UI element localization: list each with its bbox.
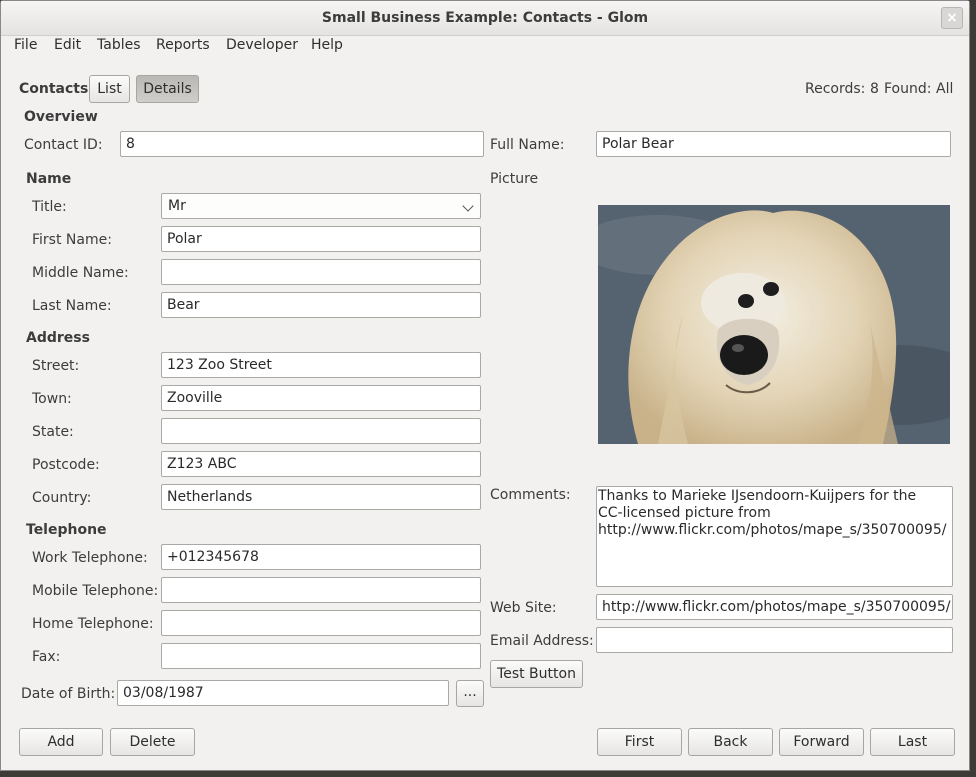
app-window: Small Business Example: Contacts - Glom …: [0, 0, 970, 771]
name-header: Name: [26, 171, 72, 187]
first-button[interactable]: First: [597, 728, 682, 756]
mobile-telephone-field[interactable]: [161, 577, 481, 603]
postcode-field[interactable]: Z123 ABC: [161, 451, 481, 477]
back-button[interactable]: Back: [688, 728, 773, 756]
delete-button[interactable]: Delete: [110, 728, 195, 756]
records-label: Records:: [805, 81, 866, 97]
middle-name-field[interactable]: [161, 259, 481, 285]
picture-label: Picture: [490, 171, 539, 187]
found-value: All: [936, 81, 954, 97]
comments-textarea[interactable]: Thanks to Marieke IJsendoorn-Kuijpers fo…: [596, 486, 953, 587]
website-field[interactable]: http://www.flickr.com/photos/mape_s/3507…: [596, 594, 953, 620]
menu-file[interactable]: File: [14, 37, 37, 53]
work-telephone-label: Work Telephone:: [32, 550, 148, 566]
contact-picture: [598, 205, 950, 444]
full-name-field[interactable]: Polar Bear: [596, 131, 951, 157]
state-label: State:: [32, 424, 74, 440]
fax-label: Fax:: [32, 649, 61, 665]
work-telephone-field[interactable]: +012345678: [161, 544, 481, 570]
email-field[interactable]: [596, 627, 953, 653]
town-label: Town:: [32, 391, 72, 407]
state-field[interactable]: [161, 418, 481, 444]
title-label: Title:: [32, 199, 67, 215]
menu-edit[interactable]: Edit: [54, 37, 81, 53]
title-combo[interactable]: Mr: [161, 193, 481, 219]
menu-reports[interactable]: Reports: [156, 37, 210, 53]
date-picker-button[interactable]: ...: [456, 680, 484, 707]
menu-help[interactable]: Help: [311, 37, 343, 53]
close-icon[interactable]: ×: [941, 7, 963, 29]
menu-developer[interactable]: Developer: [226, 37, 298, 53]
contact-id-label: Contact ID:: [24, 137, 103, 153]
website-label: Web Site:: [490, 600, 557, 616]
telephone-header: Telephone: [26, 522, 107, 538]
menu-bar: File Edit Tables Reports Developer Help: [1, 35, 969, 59]
last-name-field[interactable]: Bear: [161, 292, 481, 318]
first-name-label: First Name:: [32, 232, 112, 248]
home-telephone-field[interactable]: [161, 610, 481, 636]
last-name-label: Last Name:: [32, 298, 112, 314]
fax-field[interactable]: [161, 643, 481, 669]
contact-id-field[interactable]: 8: [120, 131, 484, 157]
add-button[interactable]: Add: [19, 728, 103, 756]
comments-line: http://www.flickr.com/photos/mape_s/3507…: [598, 522, 947, 538]
polar-bear-image: [598, 205, 950, 444]
comments-line: Thanks to Marieke IJsendoorn-Kuijpers fo…: [598, 488, 917, 504]
test-button[interactable]: Test Button: [490, 660, 583, 688]
address-header: Address: [26, 330, 90, 346]
mobile-telephone-label: Mobile Telephone:: [32, 583, 159, 599]
home-telephone-label: Home Telephone:: [32, 616, 154, 632]
title-bar: Small Business Example: Contacts - Glom …: [1, 1, 969, 36]
comments-label: Comments:: [490, 487, 571, 503]
postcode-label: Postcode:: [32, 457, 100, 473]
details-button[interactable]: Details: [136, 75, 199, 103]
found-label: Found:: [884, 81, 932, 97]
list-button[interactable]: List: [89, 75, 130, 103]
country-field[interactable]: Netherlands: [161, 484, 481, 510]
dob-field[interactable]: 03/08/1987: [117, 680, 449, 706]
title-value: Mr: [168, 198, 186, 214]
street-label: Street:: [32, 358, 80, 374]
full-name-label: Full Name:: [490, 137, 565, 153]
overview-header: Overview: [24, 109, 98, 125]
comments-line: CC-licensed picture from: [598, 505, 771, 521]
records-count: 8: [870, 81, 879, 97]
first-name-field[interactable]: Polar: [161, 226, 481, 252]
town-field[interactable]: Zooville: [161, 385, 481, 411]
forward-button[interactable]: Forward: [779, 728, 864, 756]
window-title: Small Business Example: Contacts - Glom: [321, 10, 649, 26]
chevron-down-icon: [462, 200, 474, 212]
last-button[interactable]: Last: [870, 728, 955, 756]
middle-name-label: Middle Name:: [32, 265, 129, 281]
dob-label: Date of Birth:: [21, 686, 116, 702]
table-name: Contacts: [19, 81, 89, 97]
email-label: Email Address:: [490, 633, 594, 649]
menu-tables[interactable]: Tables: [97, 37, 141, 53]
street-field[interactable]: 123 Zoo Street: [161, 352, 481, 378]
country-label: Country:: [32, 490, 92, 506]
